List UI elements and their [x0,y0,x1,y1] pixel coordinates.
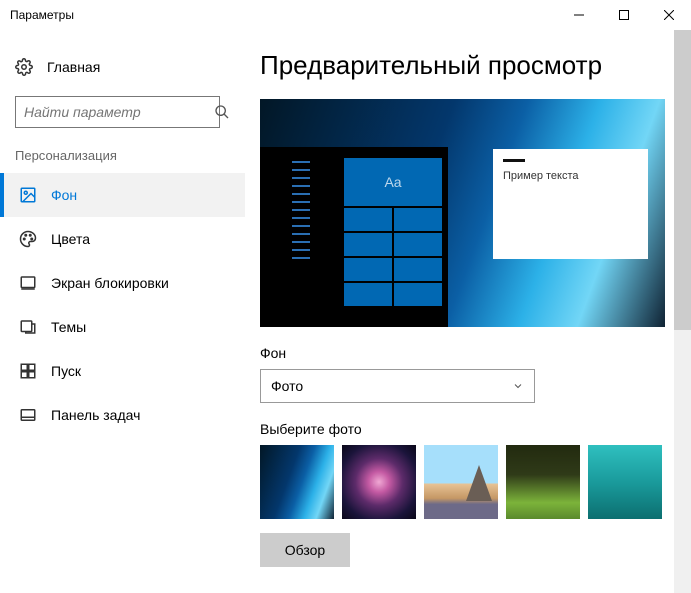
preview-tile-text: Aa [343,157,443,207]
themes-icon [19,318,37,336]
photo-thumb-2[interactable] [342,445,416,519]
sidebar-item-label: Фон [51,187,77,203]
sidebar-item-label: Панель задач [51,407,140,423]
photo-thumb-5[interactable] [588,445,662,519]
sidebar-item-label: Цвета [51,231,90,247]
window-title: Параметры [10,8,74,22]
minimize-button[interactable] [556,0,601,30]
dropdown-value: Фото [271,378,303,394]
chevron-down-icon [512,380,524,392]
photo-thumb-3[interactable] [424,445,498,519]
page-title: Предварительный просмотр [260,50,671,81]
photo-thumb-1[interactable] [260,445,334,519]
minimize-icon [574,10,584,20]
maximize-button[interactable] [601,0,646,30]
close-button[interactable] [646,0,691,30]
home-link[interactable]: Главная [0,50,245,84]
background-label: Фон [260,345,671,361]
sidebar-item-label: Экран блокировки [51,275,169,291]
image-icon [19,186,37,204]
titlebar: Параметры [0,0,691,30]
search-icon [214,104,230,120]
home-label: Главная [47,59,100,75]
sidebar: Главная Персонализация Фон Цвета [0,30,245,593]
scrollbar-thumb[interactable] [674,30,691,330]
sidebar-item-colors[interactable]: Цвета [0,217,245,261]
sidebar-item-start[interactable]: Пуск [0,349,245,393]
gear-icon [15,58,33,76]
photo-thumbnails [260,445,671,519]
sidebar-item-taskbar[interactable]: Панель задач [0,393,245,437]
sidebar-item-background[interactable]: Фон [0,173,245,217]
start-icon [19,362,37,380]
sidebar-item-themes[interactable]: Темы [0,305,245,349]
background-dropdown[interactable]: Фото [260,369,535,403]
preview-sample-text: Пример текста [503,170,638,182]
taskbar-icon [19,406,37,424]
close-icon [664,10,674,20]
browse-button[interactable]: Обзор [260,533,350,567]
choose-photo-label: Выберите фото [260,421,671,437]
window-controls [556,0,691,30]
lockscreen-icon [19,274,37,292]
main-panel: Предварительный просмотр Aa Пример текст… [245,30,691,593]
preview-start-menu: Aa [288,147,448,327]
sidebar-item-label: Темы [51,319,86,335]
preview-list [292,155,310,265]
preview-tiles: Aa [343,157,443,317]
preview-taskbar [260,147,288,327]
sidebar-item-label: Пуск [51,363,81,379]
search-box[interactable] [15,96,220,128]
search-input[interactable] [16,104,214,120]
desktop-preview: Aa Пример текста [260,99,665,327]
maximize-icon [619,10,629,20]
preview-sample-window: Пример текста [493,149,648,259]
scrollbar[interactable] [674,30,691,593]
section-title: Персонализация [0,143,245,173]
palette-icon [19,230,37,248]
photo-thumb-4[interactable] [506,445,580,519]
sidebar-item-lockscreen[interactable]: Экран блокировки [0,261,245,305]
